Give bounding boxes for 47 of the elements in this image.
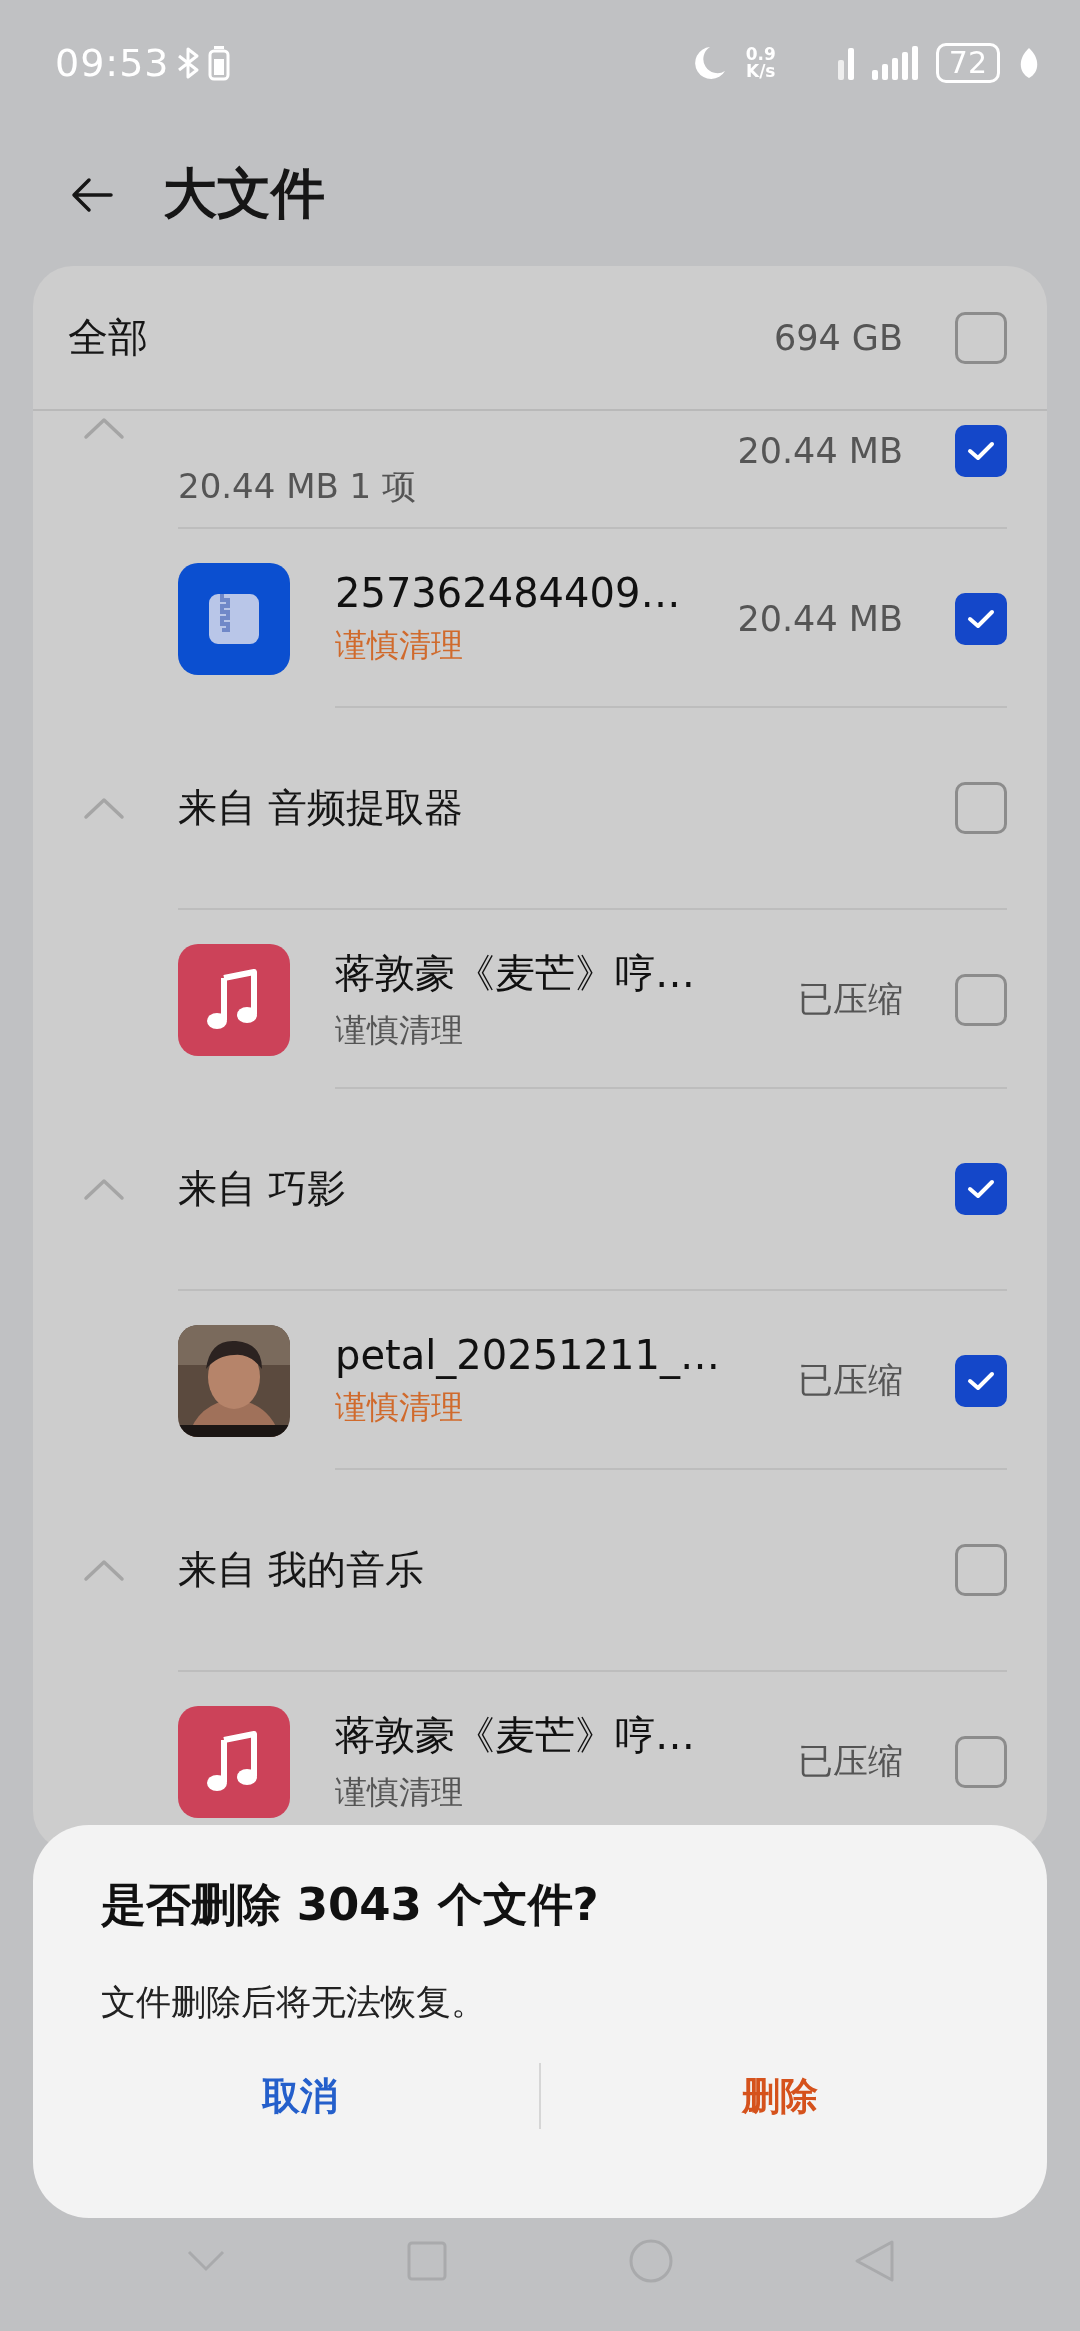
delete-button[interactable]: 删除 [541,2069,1019,2123]
group-title: 来自 我的音乐 [178,1546,426,1594]
checkbox[interactable] [955,973,1007,1026]
caution-label: 谨慎清理 [335,1386,464,1428]
file-name: 蒋敦豪《麦芒》哼… [335,949,696,998]
group-summary: 20.44 MB 1 项 [178,465,418,508]
checkbox[interactable] [955,311,1007,364]
checkbox[interactable] [955,1163,1007,1215]
clock: 09:53 [55,40,170,85]
select-all-label: 全部 [68,313,149,362]
checkbox[interactable] [955,1354,1007,1407]
file-name: petal_20251211_… [335,1331,721,1378]
file-info: 已压缩 [798,978,903,1021]
checkmark-icon [966,439,996,463]
file-info: 已压缩 [798,1740,903,1783]
caution-label: 谨慎清理 [335,624,464,666]
dialog-title: 是否删除 3043 个文件? [101,1877,600,1933]
caution-label: 谨慎清理 [335,1010,464,1051]
caution-label: 谨慎清理 [335,1772,464,1813]
checkbox[interactable] [955,782,1007,834]
group-title: 来自 音频提取器 [178,784,465,832]
cancel-button[interactable]: 取消 [61,2069,539,2123]
battery-small-icon [207,44,230,81]
chevron-up-icon[interactable] [82,415,126,441]
battery-level: 72 [935,42,1000,83]
chevron-up-icon[interactable] [82,1176,126,1202]
file-info: 20.44 MB [737,598,903,639]
file-name: 257362484409… [335,569,682,616]
file-name: 蒋敦豪《麦芒》哼… [335,1711,696,1760]
checkbox[interactable] [955,1544,1007,1596]
checkbox[interactable] [955,1735,1007,1788]
network-speed-unit: K/s [746,62,776,80]
signal-icon [871,45,918,80]
checkbox[interactable] [955,425,1007,477]
page-title: 大文件 [163,161,325,227]
group-title: 来自 巧影 [178,1165,348,1213]
chevron-up-icon[interactable] [82,1557,126,1583]
wifi-signal-icon [837,45,854,80]
total-size: 694 GB [773,317,903,358]
checkmark-icon [966,1177,996,1201]
file-info: 已压缩 [798,1359,903,1402]
checkbox[interactable] [955,592,1007,645]
chevron-up-icon[interactable] [82,795,126,821]
dialog-message: 文件删除后将无法恢复。 [101,1981,487,2024]
group-size: 20.44 MB [737,431,903,471]
network-speed: 0.9 [745,45,776,63]
back-button[interactable] [71,176,113,213]
